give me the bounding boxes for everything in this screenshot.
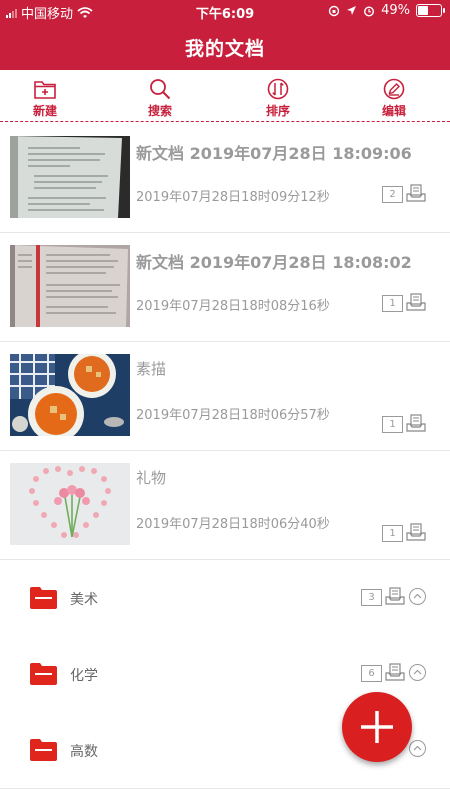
document-title: 礼物 (136, 469, 167, 487)
folder-count-badge: 6 (361, 665, 382, 682)
orientation-lock-icon (328, 5, 340, 16)
folder-icon (30, 587, 57, 609)
sort-button[interactable]: 排序 (238, 78, 318, 119)
folder-name: 美术 (70, 592, 98, 608)
document-title: 素描 (136, 360, 167, 378)
toolbar-divider (0, 121, 450, 122)
folder-icon (30, 739, 57, 761)
document-thumbnail (10, 354, 130, 436)
status-bar: 中国移动 下午6:09 49% (0, 0, 450, 22)
document-thumbnail (10, 136, 130, 218)
pages-stack-icon (385, 663, 405, 681)
page-count-badge: 2 (382, 186, 403, 203)
document-row[interactable]: 礼物 2019年07月28日18时06分40秒 1 (0, 451, 450, 560)
page-count-badge: 1 (382, 525, 403, 542)
document-row[interactable]: 新文档 2019年07月28日 18:08:02 2019年07月28日18时0… (0, 233, 450, 342)
page-count-badge: 1 (382, 416, 403, 433)
chevron-up-icon (413, 669, 422, 675)
folder-name: 高数 (70, 744, 98, 760)
add-button[interactable] (342, 692, 412, 762)
document-thumbnail (10, 245, 130, 327)
document-row[interactable]: 素描 2019年07月28日18时06分57秒 1 (0, 342, 450, 451)
document-thumbnail (10, 463, 130, 545)
battery-percent: 49% (381, 3, 410, 18)
toolbar: 新建 搜索 排序 编辑 (0, 70, 450, 122)
new-button[interactable]: 新建 (5, 78, 85, 119)
edit-button[interactable]: 编辑 (354, 78, 434, 119)
pages-stack-icon (406, 523, 426, 541)
pages-stack-icon (406, 293, 426, 311)
document-date: 2019年07月28日18时09分12秒 (136, 190, 330, 205)
search-label: 搜索 (147, 104, 172, 118)
new-label: 新建 (32, 104, 57, 118)
edit-label: 编辑 (381, 104, 406, 118)
sort-label: 排序 (265, 104, 290, 118)
document-title: 新文档 2019年07月28日 18:09:06 (136, 144, 412, 163)
search-icon (150, 79, 171, 100)
app-header: 中国移动 下午6:09 49% 我的文档 (0, 0, 450, 70)
page-count-badge: 1 (382, 295, 403, 312)
plus-icon (361, 711, 393, 743)
sort-icon (267, 78, 289, 100)
location-icon (347, 6, 357, 15)
expand-toggle[interactable] (409, 588, 426, 605)
new-folder-icon (34, 81, 56, 99)
search-button[interactable]: 搜索 (120, 78, 200, 119)
chevron-up-icon (413, 593, 422, 599)
expand-toggle[interactable] (409, 740, 426, 757)
document-date: 2019年07月28日18时08分16秒 (136, 299, 330, 314)
edit-icon (383, 78, 405, 100)
folder-name: 化学 (70, 668, 98, 684)
document-date: 2019年07月28日18时06分57秒 (136, 408, 330, 423)
document-title: 新文档 2019年07月28日 18:08:02 (136, 253, 412, 272)
pages-stack-icon (385, 587, 405, 605)
pages-stack-icon (406, 184, 426, 202)
pages-stack-icon (406, 414, 426, 432)
page-title: 我的文档 (184, 38, 265, 60)
folder-count-badge: 3 (361, 589, 382, 606)
document-date: 2019年07月28日18时06分40秒 (136, 517, 330, 532)
chevron-up-icon (413, 745, 422, 751)
alarm-icon (364, 5, 375, 17)
document-row[interactable]: 新文档 2019年07月28日 18:09:06 2019年07月28日18时0… (0, 124, 450, 233)
expand-toggle[interactable] (409, 664, 426, 681)
battery-icon (416, 4, 445, 17)
folder-row[interactable]: 美术 3 (0, 560, 450, 637)
folder-icon (30, 663, 57, 685)
